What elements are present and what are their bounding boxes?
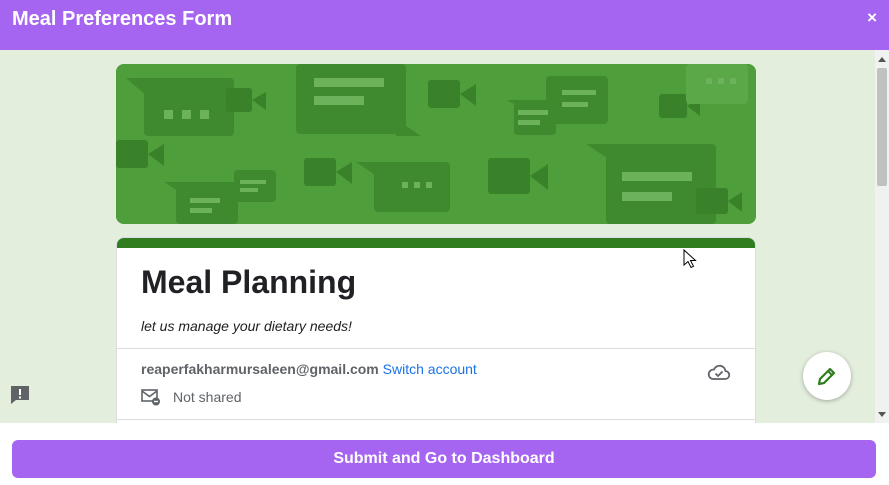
divider [117, 419, 755, 420]
cloud-check-icon [707, 364, 731, 380]
scrollbar[interactable] [875, 50, 889, 423]
scroll-down-arrow-icon[interactable] [878, 412, 886, 417]
account-email: reaperfakharmursaleen@gmail.com [141, 361, 379, 377]
card-accent-bar [117, 238, 755, 248]
modal-title: Meal Preferences Form [12, 8, 233, 30]
modal-footer: Submit and Go to Dashboard [0, 423, 889, 485]
form-header-banner [116, 64, 756, 224]
feedback-icon[interactable] [10, 385, 30, 405]
form-title-card: Meal Planning let us manage your dietary… [116, 237, 756, 423]
mouse-pointer-icon [683, 249, 697, 269]
banner-pattern [116, 64, 756, 224]
modal-header: Meal Preferences Form × [0, 0, 889, 50]
divider [117, 348, 755, 349]
scrollbar-thumb[interactable] [877, 68, 887, 186]
close-button[interactable]: × [867, 8, 877, 28]
edit-button[interactable] [803, 352, 851, 400]
mail-not-shared-icon [141, 389, 160, 406]
pencil-icon [817, 367, 836, 386]
sharing-status-text: Not shared [173, 389, 242, 405]
switch-account-link[interactable]: Switch account [383, 361, 477, 377]
sharing-status-row: Not shared [141, 388, 241, 406]
scroll-up-arrow-icon[interactable] [878, 57, 886, 62]
account-row: reaperfakharmursaleen@gmail.com Switch a… [141, 361, 477, 377]
form-title: Meal Planning [141, 264, 357, 300]
form-frame: Meal Planning let us manage your dietary… [0, 50, 889, 423]
form-description: let us manage your dietary needs! [141, 318, 352, 334]
submit-dashboard-button[interactable]: Submit and Go to Dashboard [12, 440, 876, 478]
